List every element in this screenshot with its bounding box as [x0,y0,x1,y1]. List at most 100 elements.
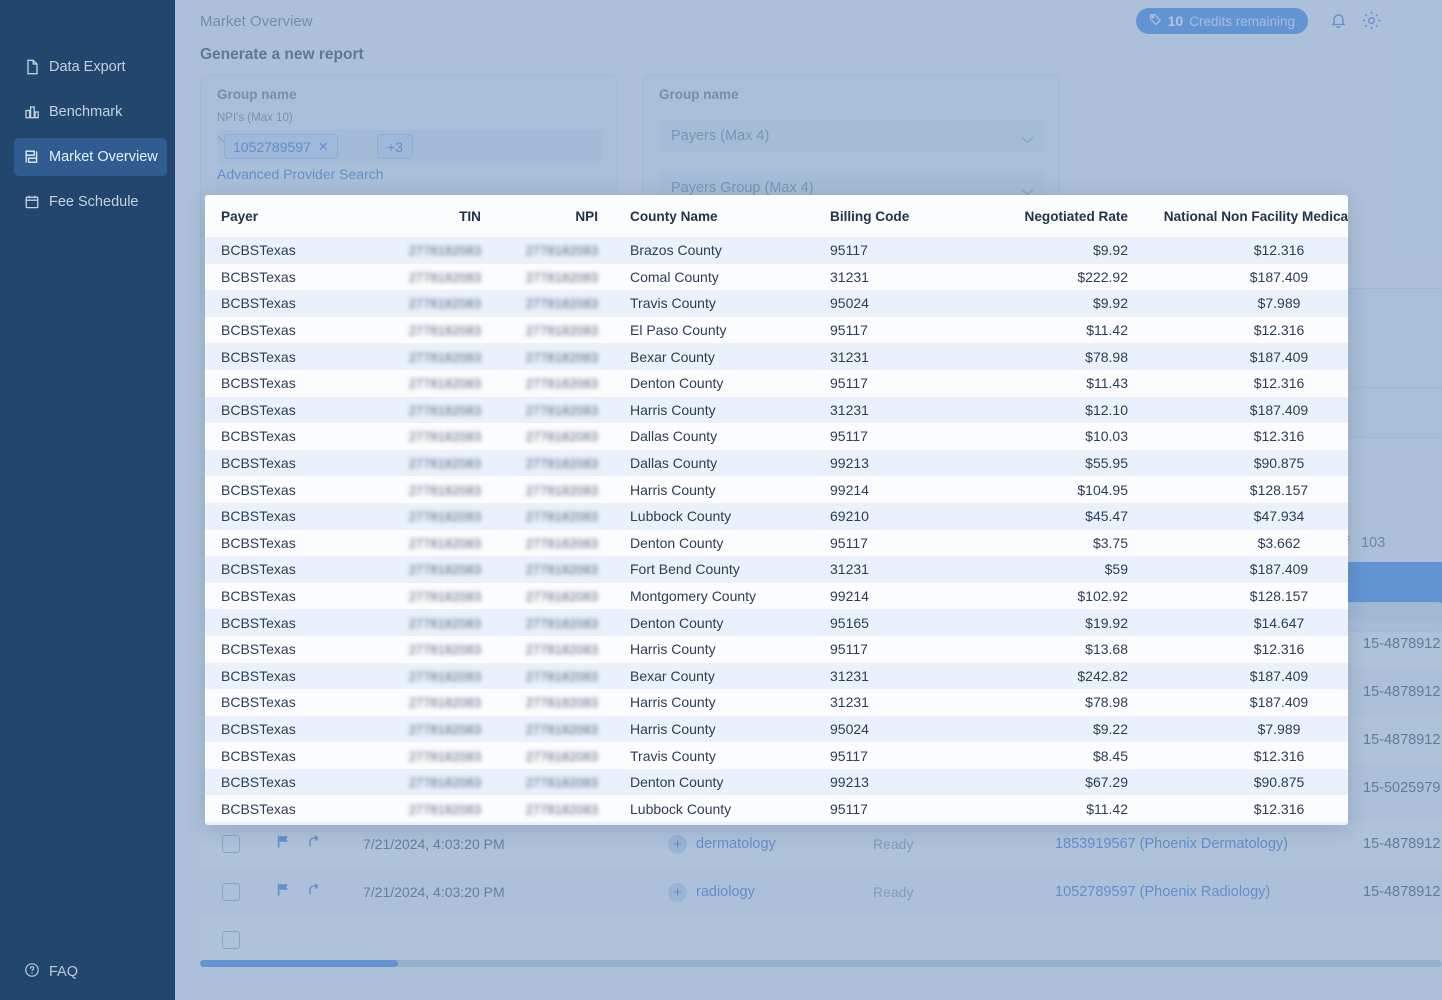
gear-icon[interactable] [1361,10,1382,36]
cell-medicare-rate: $7.989 [1257,295,1301,312]
redacted-value: 2778182083 [408,429,481,445]
cell-payer: BCBSTexas [221,747,296,764]
cell-county-name: Harris County [630,694,716,711]
column-header-county-name[interactable]: County Name [614,195,814,237]
cell-negotiated-rate: $11.42 [1086,800,1128,817]
redacted-value: 2778182083 [525,349,598,365]
horizontal-scrollbar[interactable] [200,960,1442,967]
sidebar-item-benchmark[interactable]: Benchmark [14,93,167,131]
column-header-npi[interactable]: NPI [497,195,614,237]
sidebar-item-data-export[interactable]: Data Export [14,48,167,86]
cell-tin: 2778182083 [380,795,497,822]
checkbox-icon[interactable] [222,883,240,901]
cell-npi: 2778182083 [497,822,614,825]
sidebar: Data Export Benchmark Market Overview Fe… [0,0,175,1000]
table-row[interactable]: 7/21/2024, 4:03:20 PM + dermatology Read… [200,820,1442,868]
credits-badge[interactable]: 10 Credits remaining [1135,8,1308,34]
row-npi-link[interactable]: 1853919567 (Phoenix Dermatology) [1055,836,1288,852]
checkbox-icon[interactable] [222,835,240,853]
sidebar-item-fee-schedule[interactable]: Fee Schedule [14,183,167,221]
table-row[interactable]: BCBSTexas 2778182083 2778182083 Lubbock Cou… [205,795,1348,823]
cell-billing-code: 69210 [830,508,869,525]
column-header-tin[interactable]: TIN [380,195,497,237]
cell-county-name: Bexar County [630,667,715,684]
cell-npi: 2778182083 [497,556,614,583]
cell-tin: 2778182083 [380,237,497,264]
cell-npi: 2778182083 [497,476,614,503]
cell-county-name: Lubbock County [630,800,732,817]
table-row[interactable]: BCBSTexas 2778182083 2778182083 Brazos Coun… [205,237,1348,264]
cell-payer: BCBSTexas [221,401,296,418]
table-row[interactable] [200,916,1442,964]
flag-icon[interactable] [276,834,291,854]
redacted-value: 2778182083 [525,456,598,472]
payers-group-select-value: Payers Group (Max 4) [671,180,814,196]
chevron-down-icon[interactable] [1021,132,1034,148]
table-row[interactable]: BCBSTexas 2778182083 2778182083 Montgomery … [205,582,1348,610]
table-row[interactable]: BCBSTexas 2778182083 2778182083 Comal Count… [205,263,1348,291]
advanced-provider-search-link[interactable]: Advanced Provider Search [217,166,384,182]
table-row[interactable]: BCBSTexas 2778182083 2778182083 Lubbock Cou… [205,502,1348,530]
cell-npi: 2778182083 [497,503,614,530]
table-row[interactable]: BCBSTexas27781820832778182083Denton Coun… [205,369,1348,397]
table-row[interactable]: BCBSTexas 2778182083 2778182083 El Paso Cou… [205,316,1348,344]
table-row[interactable]: BCBSTexas 2778182083 2778182083 Dallas Coun… [205,423,1348,450]
cell-payer: BCBSTexas [221,455,296,472]
column-header-negotiated-rate[interactable]: Negotiated Rate [964,195,1144,237]
redacted-value: 2778182083 [408,509,481,525]
table-row[interactable]: BCBSTexas 2778182083 2778182083 Fort Bend C… [205,556,1348,583]
bell-icon[interactable] [1329,11,1348,36]
cell-county-name: Harris County [630,481,716,498]
table-row[interactable]: BCBSTexas 2778182083 2778182083 Harris Coun… [205,635,1348,663]
column-header-payer[interactable]: Payer [205,195,380,237]
sidebar-faq-label: FAQ [49,964,79,980]
npi-overflow-chip[interactable]: +3 [377,134,413,159]
table-row[interactable]: BCBSTexas27781820832778182083Denton Coun… [205,768,1348,796]
row-npi-link[interactable]: 1052789597 (Phoenix Radiology) [1055,884,1270,900]
share-icon[interactable] [306,882,321,902]
row-tin: 15-4878912 [1363,732,1441,748]
table-row[interactable]: 7/21/2024, 4:03:20 PM + radiology Ready … [200,868,1442,916]
scrollbar-thumb[interactable] [200,960,398,967]
table-row[interactable]: BCBSTexas 2778182083 2778182083 Bexar Count… [205,343,1348,370]
column-header-billing-code[interactable]: Billing Code [814,195,964,237]
cell-medicare-rate: $47.934 [1253,508,1305,525]
redacted-value: 2778182083 [408,562,481,578]
share-icon[interactable] [306,834,321,854]
table-row[interactable]: BCBSTexas 2778182083 2778182083 Harris Coun… [205,689,1348,716]
cell-tin: 2778182083 [380,370,497,397]
cell-county-name: El Paso County [630,322,727,339]
table-row[interactable]: BCBSTexas 2778182083 2778182083 Bexar Count… [205,662,1348,690]
redacted-value: 2778182083 [525,429,598,445]
checkbox-icon[interactable] [222,931,240,949]
table-row[interactable]: BCBSTexas27781820832778182083Denton Coun… [205,529,1348,557]
plus-icon[interactable]: + [668,882,687,902]
table-row[interactable]: BCBSTexas 2778182083 2778182083 Travis Coun… [205,742,1348,769]
table-row[interactable]: BCBSTexas 2778182083 2778182083 Dallas Coun… [205,449,1348,477]
npi-chip[interactable]: 1052789597 ✕ [224,134,338,159]
redacted-value: 2778182083 [408,775,481,791]
flag-icon[interactable] [276,882,291,902]
cell-billing-code: 95024 [830,295,869,312]
table-row[interactable]: BCBSTexas 2778182083 2778182083 Harris Coun… [205,396,1348,424]
table-row[interactable]: BCBSTexas 2778182083 2778182083 Harris Coun… [205,476,1348,503]
cell-tin: 2778182083 [380,822,497,825]
npi-multiselect[interactable]: 1052789597 ✕ +3 [217,130,603,164]
sidebar-item-market-overview[interactable]: Market Overview [14,138,167,176]
of-count-value: 103 [1361,535,1386,551]
column-header-medicare-rate[interactable]: National Non Facility Medicare Rate [1144,195,1348,237]
plus-icon[interactable]: + [668,834,687,854]
row-tag[interactable]: + dermatology [668,834,776,854]
cell-npi: 2778182083 [497,397,614,424]
table-row[interactable]: BCBSTexas27781820832778182083Denton Coun… [205,822,1348,825]
sidebar-item-faq[interactable]: FAQ [14,962,78,982]
row-tag[interactable]: + radiology [668,882,755,902]
table-row[interactable]: BCBSTexas 2778182083 2778182083 Travis Coun… [205,290,1348,317]
payers-select[interactable]: Payers (Max 4) [659,119,1045,153]
table-row[interactable]: BCBSTexas 2778182083 2778182083 Harris Coun… [205,715,1348,743]
table-row[interactable]: BCBSTexas27781820832778182083Denton Coun… [205,609,1348,636]
close-icon[interactable]: ✕ [318,139,329,155]
redacted-value: 2778182083 [525,801,598,817]
layout-icon [24,149,40,165]
cell-billing-code: 99213 [830,455,869,472]
